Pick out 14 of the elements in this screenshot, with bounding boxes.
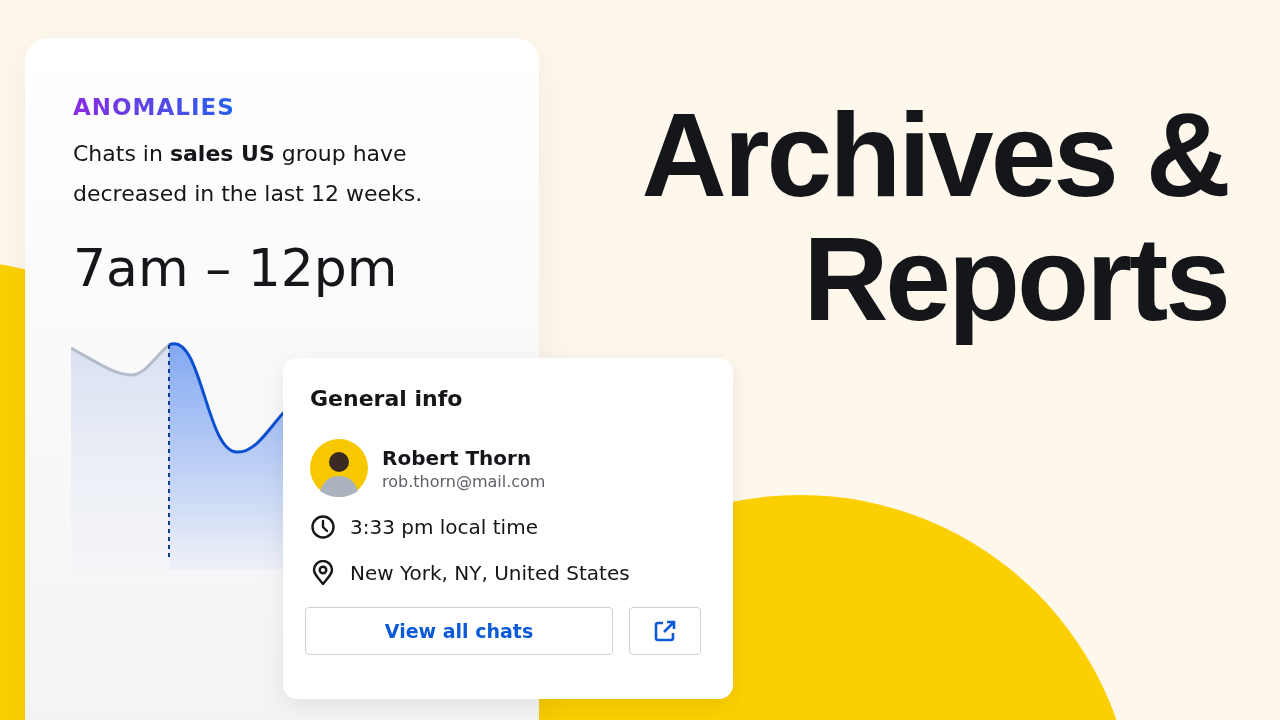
open-external-button[interactable] — [629, 607, 701, 655]
time-range: 7am – 12pm — [73, 237, 399, 300]
external-link-icon — [652, 618, 678, 644]
clock-icon — [310, 514, 336, 540]
contact-email: rob.thorn@mail.com — [382, 471, 546, 491]
contact-name: Robert Thorn — [382, 445, 533, 470]
card-title: General info — [310, 386, 464, 411]
location-pin-icon — [310, 560, 336, 586]
detail-text: New York, NY, United States — [350, 561, 630, 585]
avatar — [310, 439, 368, 497]
headline: Archives & — [641, 93, 1228, 217]
anomaly-description: Chats in sales US group have decreased in the last 12 weeks. — [73, 140, 424, 208]
detail-text: 3:33 pm local time — [350, 515, 538, 539]
view-chats-button[interactable]: View all chats — [305, 607, 613, 655]
